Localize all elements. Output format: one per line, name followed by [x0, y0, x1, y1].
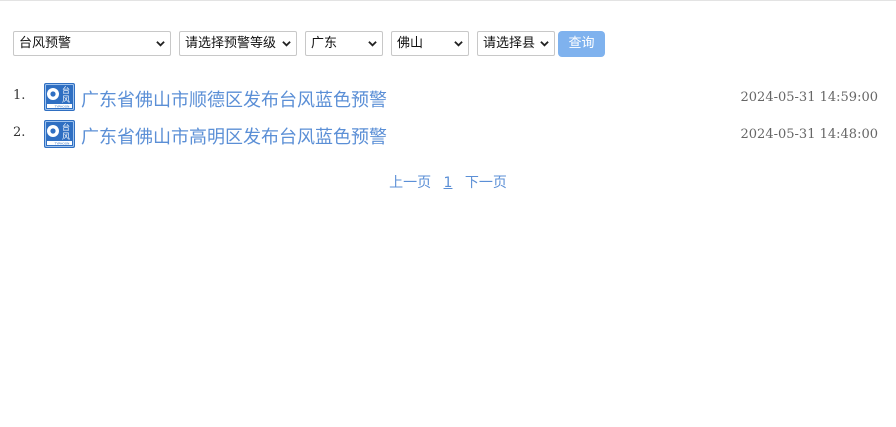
- city-select[interactable]: 佛山: [391, 31, 469, 56]
- icon-caption: TYPHOON: [54, 142, 70, 146]
- warning-type-value: 台风预警: [19, 36, 72, 51]
- chevron-down-icon: [454, 41, 463, 47]
- typhoon-blue-icon[interactable]: 台 风 TYPHOON: [44, 120, 75, 148]
- item-index: 2.: [13, 125, 26, 140]
- page-number-link[interactable]: 1: [444, 175, 453, 191]
- warning-level-value: 请选择预警等级: [185, 36, 277, 51]
- chevron-down-icon: [282, 41, 291, 47]
- next-page-link[interactable]: 下一页: [465, 175, 507, 191]
- icon-text-bottom: 风: [62, 132, 70, 141]
- icon-text-top: 台: [62, 122, 70, 132]
- query-button[interactable]: 查询: [558, 31, 605, 57]
- top-divider: [0, 0, 896, 1]
- icon-caption: TYPHOON: [54, 105, 70, 109]
- chevron-down-icon: [156, 41, 165, 47]
- icon-text-top: 台: [62, 85, 70, 95]
- warning-title-link[interactable]: 广东省佛山市顺德区发布台风蓝色预警: [81, 86, 387, 112]
- warning-time: 2024-05-31 14:48:00: [740, 127, 878, 142]
- typhoon-blue-icon[interactable]: 台 风 TYPHOON: [44, 83, 75, 111]
- province-select[interactable]: 广东: [305, 31, 383, 56]
- chevron-down-icon: [540, 41, 549, 47]
- prev-page-link[interactable]: 上一页: [389, 175, 431, 191]
- warning-level-select[interactable]: 请选择预警等级: [179, 31, 297, 56]
- pagination: 上一页 1 下一页: [0, 172, 896, 192]
- county-value: 请选择县: [483, 36, 536, 51]
- province-value: 广东: [311, 36, 338, 51]
- list-item: 2. 台 风 TYPHOON 广东省佛山市高明区发布台风蓝色预警 2024-05…: [0, 119, 896, 151]
- warning-type-select[interactable]: 台风预警: [13, 31, 171, 56]
- warning-title-link[interactable]: 广东省佛山市高明区发布台风蓝色预警: [81, 123, 387, 149]
- chevron-down-icon: [368, 41, 377, 47]
- county-select[interactable]: 请选择县: [477, 31, 555, 56]
- list-item: 1. 台 风 TYPHOON 广东省佛山市顺德区发布台风蓝色预警 2024-05…: [0, 82, 896, 114]
- item-index: 1.: [13, 88, 26, 103]
- city-value: 佛山: [397, 36, 424, 51]
- icon-text-bottom: 风: [62, 95, 70, 104]
- warning-time: 2024-05-31 14:59:00: [740, 90, 878, 105]
